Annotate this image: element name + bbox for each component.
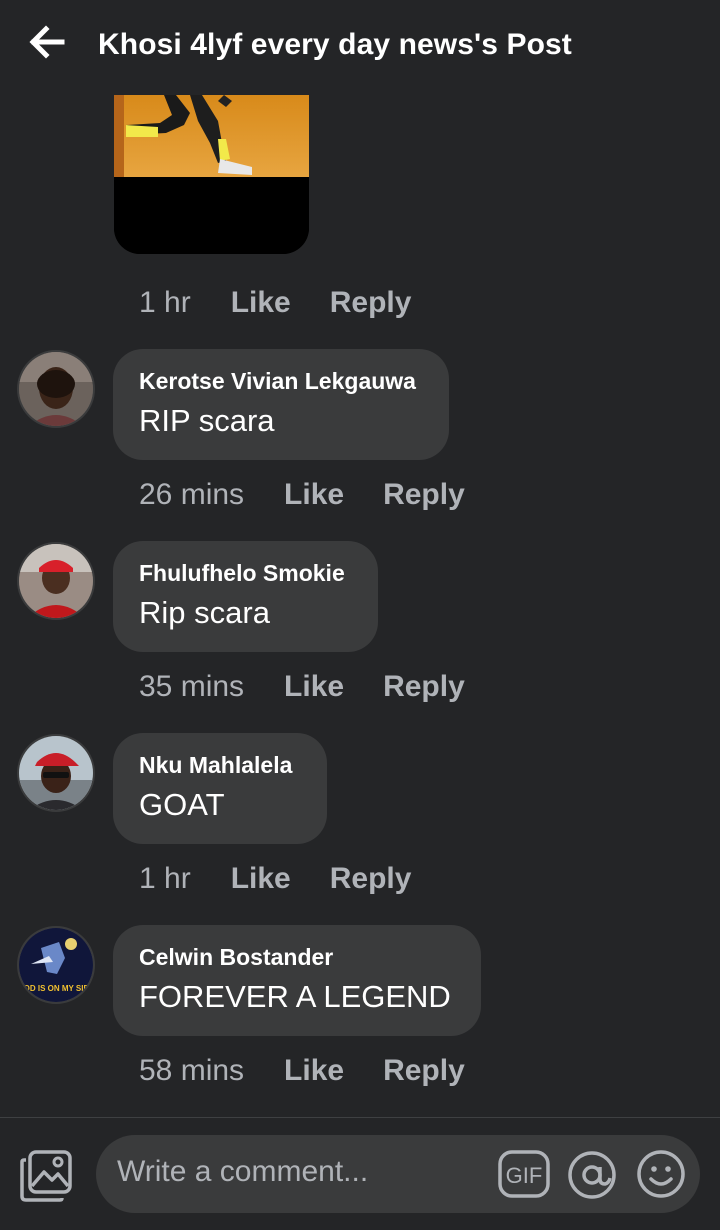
comment-input[interactable]: Write a comment... GIF (96, 1135, 700, 1213)
like-button[interactable]: Like (231, 286, 291, 320)
avatar-photo: GOD IS ON MY SIDE (19, 928, 93, 1002)
comment-time: 1 hr (139, 286, 191, 319)
mention-button[interactable] (567, 1150, 617, 1200)
reply-button[interactable]: Reply (383, 478, 465, 512)
comment-text: Rip scara (139, 595, 270, 630)
comment-text: FOREVER A LEGEND (139, 979, 451, 1014)
comment-photo (114, 95, 309, 254)
comment-actions: 1 hr Like Reply (139, 859, 411, 899)
comment-image[interactable] (114, 95, 309, 254)
top-bar: Khosi 4lyf every day news's Post (0, 0, 720, 92)
comment-author[interactable]: Fhulufhelo Smokie (139, 559, 352, 587)
comment-time: 35 mins (139, 670, 245, 703)
emoji-icon (637, 1150, 685, 1198)
reply-button[interactable]: Reply (383, 670, 465, 704)
comment-actions: 1 hr Like Reply (139, 283, 411, 323)
avatar[interactable]: GOD IS ON MY SIDE (17, 926, 95, 1004)
at-icon (568, 1151, 616, 1199)
comment-time: 26 mins (139, 478, 245, 511)
avatar[interactable] (17, 734, 95, 812)
reply-button[interactable]: Reply (383, 1054, 465, 1088)
avatar-photo (19, 736, 93, 810)
comment-time: 58 mins (139, 1054, 245, 1087)
like-button[interactable]: Like (231, 862, 291, 896)
reply-button[interactable]: Reply (330, 862, 412, 896)
gif-icon: GIF (498, 1150, 550, 1198)
gif-label: GIF (506, 1163, 543, 1188)
attach-photo-button[interactable] (20, 1148, 74, 1202)
comment-author[interactable]: Celwin Bostander (139, 943, 455, 971)
gif-button[interactable]: GIF (498, 1150, 550, 1198)
comment-text: GOAT (139, 787, 225, 822)
comment-bubble[interactable]: Nku Mahlalela GOAT (113, 733, 327, 844)
arrow-left-icon (29, 25, 65, 59)
like-button[interactable]: Like (284, 1054, 344, 1088)
comment-placeholder: Write a comment... (117, 1155, 369, 1188)
avatar-photo (19, 352, 93, 426)
emoji-button[interactable] (636, 1149, 686, 1199)
comment-actions: 58 mins Like Reply (139, 1051, 465, 1091)
comment-time: 1 hr (139, 862, 191, 895)
back-button[interactable] (26, 22, 70, 62)
comment-composer: Write a comment... GIF (0, 1118, 720, 1230)
comment-author[interactable]: Kerotse Vivian Lekgauwa (139, 367, 423, 395)
avatar-caption: GOD IS ON MY SIDE (19, 984, 93, 993)
comment-bubble[interactable]: Fhulufhelo Smokie Rip scara (113, 541, 378, 652)
comment-actions: 35 mins Like Reply (139, 667, 465, 707)
photo-icon (20, 1150, 72, 1202)
comment-actions: 26 mins Like Reply (139, 475, 465, 515)
comment-author[interactable]: Nku Mahlalela (139, 751, 301, 779)
like-button[interactable]: Like (284, 478, 344, 512)
comment-text: RIP scara (139, 403, 275, 438)
page-title: Khosi 4lyf every day news's Post (98, 28, 572, 61)
avatar[interactable] (17, 542, 95, 620)
comment-bubble[interactable]: Celwin Bostander FOREVER A LEGEND (113, 925, 481, 1036)
post-comments-screen: Khosi 4lyf every day news's Post 1 hr Li… (0, 0, 720, 1230)
avatar-photo (19, 544, 93, 618)
reply-button[interactable]: Reply (330, 286, 412, 320)
like-button[interactable]: Like (284, 670, 344, 704)
avatar[interactable] (17, 350, 95, 428)
comment-bubble[interactable]: Kerotse Vivian Lekgauwa RIP scara (113, 349, 449, 460)
